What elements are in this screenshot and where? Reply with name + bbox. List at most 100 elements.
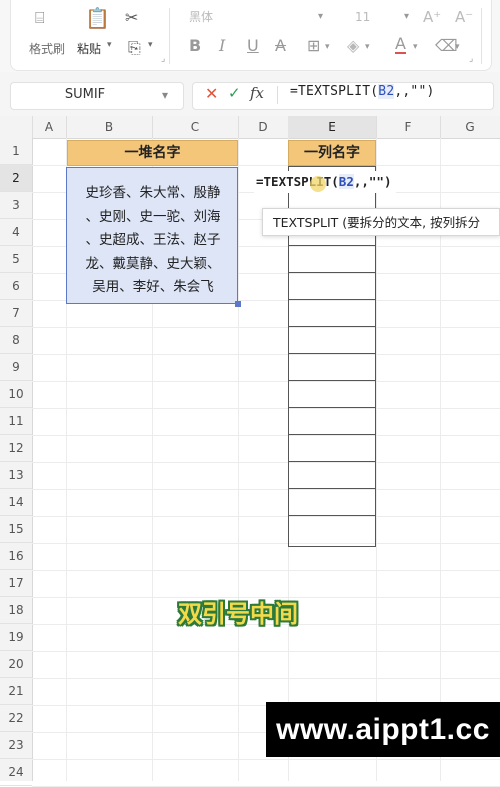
row-header[interactable]: 24 — [0, 759, 32, 786]
row-header[interactable]: 18 — [0, 597, 32, 624]
row-header[interactable]: 20 — [0, 651, 32, 678]
clear-format-dropdown-icon[interactable]: ▾ — [455, 42, 460, 52]
underline-button[interactable]: U — [247, 36, 259, 55]
row-header[interactable]: 1 — [0, 138, 32, 165]
function-tooltip: TEXTSPLIT (要拆分的文本, 按列拆分 — [262, 208, 500, 236]
cancel-icon[interactable]: ✕ — [205, 84, 218, 103]
font-size-combo[interactable]: 11 ▾ — [347, 6, 415, 28]
fill-color-icon[interactable]: ◈ — [347, 36, 359, 55]
confirm-icon[interactable]: ✓ — [228, 84, 241, 102]
grid-line — [32, 408, 500, 409]
format-painter-icon[interactable]: ⌸ — [35, 8, 45, 28]
row-header[interactable]: 5 — [0, 246, 32, 273]
name-box-value[interactable]: SUMIF — [10, 82, 160, 108]
row-header[interactable]: 10 — [0, 381, 32, 408]
formula-prefix: =TEXTSPLIT( — [290, 84, 379, 99]
formula-text[interactable]: =TEXTSPLIT(B2,,"") — [290, 84, 435, 99]
output-cell-border — [288, 434, 376, 435]
names-line: 、史超成、王法、赵子 — [85, 232, 221, 248]
font-name-dropdown-icon[interactable]: ▾ — [318, 6, 323, 28]
row-header[interactable]: 15 — [0, 516, 32, 543]
grid-line — [32, 678, 500, 679]
edit-suffix: ,,"") — [353, 174, 392, 189]
increase-font-icon[interactable]: A⁺ — [423, 8, 441, 26]
row-header[interactable]: 19 — [0, 624, 32, 651]
decrease-font-icon[interactable]: A⁻ — [455, 8, 473, 26]
names-line: 龙、戴莫静、史大颖、 — [85, 255, 221, 272]
output-cell-border — [288, 461, 376, 462]
font-size-value: 11 — [355, 10, 371, 24]
output-cell-border — [288, 353, 376, 354]
row-header[interactable]: 11 — [0, 408, 32, 435]
clipboard-expand-icon[interactable]: ⌟ — [161, 54, 165, 64]
cut-icon[interactable]: ✂ — [125, 8, 138, 27]
row-header[interactable]: 4 — [0, 219, 32, 246]
column-header-d[interactable]: D — [238, 116, 289, 138]
names-line: 吴用、李好、朱会飞 — [92, 279, 214, 295]
row-header[interactable]: 13 — [0, 462, 32, 489]
font-color-dropdown-icon[interactable]: ▾ — [413, 42, 418, 52]
row-header[interactable]: 16 — [0, 543, 32, 570]
row-header[interactable]: 22 — [0, 705, 32, 732]
grid-line — [32, 489, 500, 490]
font-group-expand-icon[interactable]: ⌟ — [469, 54, 473, 64]
ribbon-panel: ⌸ 格式刷 📋 粘贴 ▾ ✂ ⎘ ▾ ⌟ 黑体 ▾ 11 ▾ A⁺ A⁻ B I… — [10, 0, 492, 71]
format-painter-label[interactable]: 格式刷 — [29, 40, 65, 57]
grid-line — [238, 138, 239, 781]
grid-line — [32, 327, 500, 328]
copy-icon[interactable]: ⎘ — [128, 38, 141, 58]
row-header[interactable]: 17 — [0, 570, 32, 597]
row-header[interactable]: 23 — [0, 732, 32, 759]
grid-line — [32, 462, 500, 463]
paste-dropdown-icon[interactable]: ▾ — [107, 40, 112, 50]
column-header-e[interactable]: E — [288, 116, 377, 138]
paste-label[interactable]: 粘贴 — [77, 40, 101, 57]
row-header[interactable]: 3 — [0, 192, 32, 219]
column-header-f[interactable]: F — [376, 116, 441, 138]
output-cell-border — [288, 488, 376, 489]
cell-b2-names[interactable]: 史珍香、朱大常、殷静 、史刚、史一驼、刘海 、史超成、王法、赵子 龙、戴莫静、史… — [66, 167, 238, 304]
formula-separator — [277, 86, 278, 104]
font-name-combo[interactable]: 黑体 ▾ — [181, 6, 329, 28]
cell-e1-header[interactable]: 一列名字 — [288, 140, 376, 166]
grid-line — [32, 435, 500, 436]
font-color-button[interactable]: A — [395, 36, 406, 54]
row-header[interactable]: 6 — [0, 273, 32, 300]
column-header-c[interactable]: C — [152, 116, 239, 138]
borders-icon[interactable]: ⊞ — [307, 36, 320, 55]
italic-button[interactable]: I — [219, 36, 225, 55]
fill-color-dropdown-icon[interactable]: ▾ — [365, 42, 370, 52]
paste-icon[interactable]: 📋 — [85, 6, 110, 30]
fill-handle[interactable] — [235, 301, 241, 307]
borders-dropdown-icon[interactable]: ▾ — [325, 42, 330, 52]
copy-dropdown-icon[interactable]: ▾ — [148, 40, 153, 50]
strikethrough-button[interactable]: A — [275, 36, 286, 55]
column-header-a[interactable]: A — [32, 116, 67, 138]
edit-prefix: =TEXTSPLIT( — [256, 174, 339, 189]
formula-ref: B2 — [378, 84, 395, 99]
column-header-g[interactable]: G — [440, 116, 500, 138]
row-header[interactable]: 9 — [0, 354, 32, 381]
font-size-dropdown-icon[interactable]: ▾ — [404, 6, 409, 28]
row-header[interactable]: 21 — [0, 678, 32, 705]
ribbon-separator-2 — [481, 8, 482, 64]
row-header[interactable]: 14 — [0, 489, 32, 516]
bold-button[interactable]: B — [189, 36, 201, 55]
row-header[interactable]: 7 — [0, 300, 32, 327]
edit-ref: B2 — [338, 174, 354, 189]
watermark: www.aippt1.cc — [266, 702, 500, 757]
row-header[interactable]: 12 — [0, 435, 32, 462]
name-box-dropdown-icon[interactable]: ▾ — [162, 82, 168, 108]
cell-b1-header[interactable]: 一堆名字 — [67, 140, 238, 166]
grid-line — [32, 516, 500, 517]
names-line: 、史刚、史一驼、刘海 — [85, 208, 221, 225]
output-cell-border — [288, 272, 376, 273]
row-header[interactable]: 8 — [0, 327, 32, 354]
insert-function-icon[interactable]: fx — [250, 84, 264, 102]
select-all-corner[interactable] — [0, 116, 33, 138]
row-header[interactable]: 2 — [0, 165, 32, 192]
ribbon-separator — [169, 8, 170, 64]
column-header-b[interactable]: B — [66, 116, 153, 138]
output-cell-border — [288, 245, 376, 246]
grid-line — [32, 570, 500, 571]
